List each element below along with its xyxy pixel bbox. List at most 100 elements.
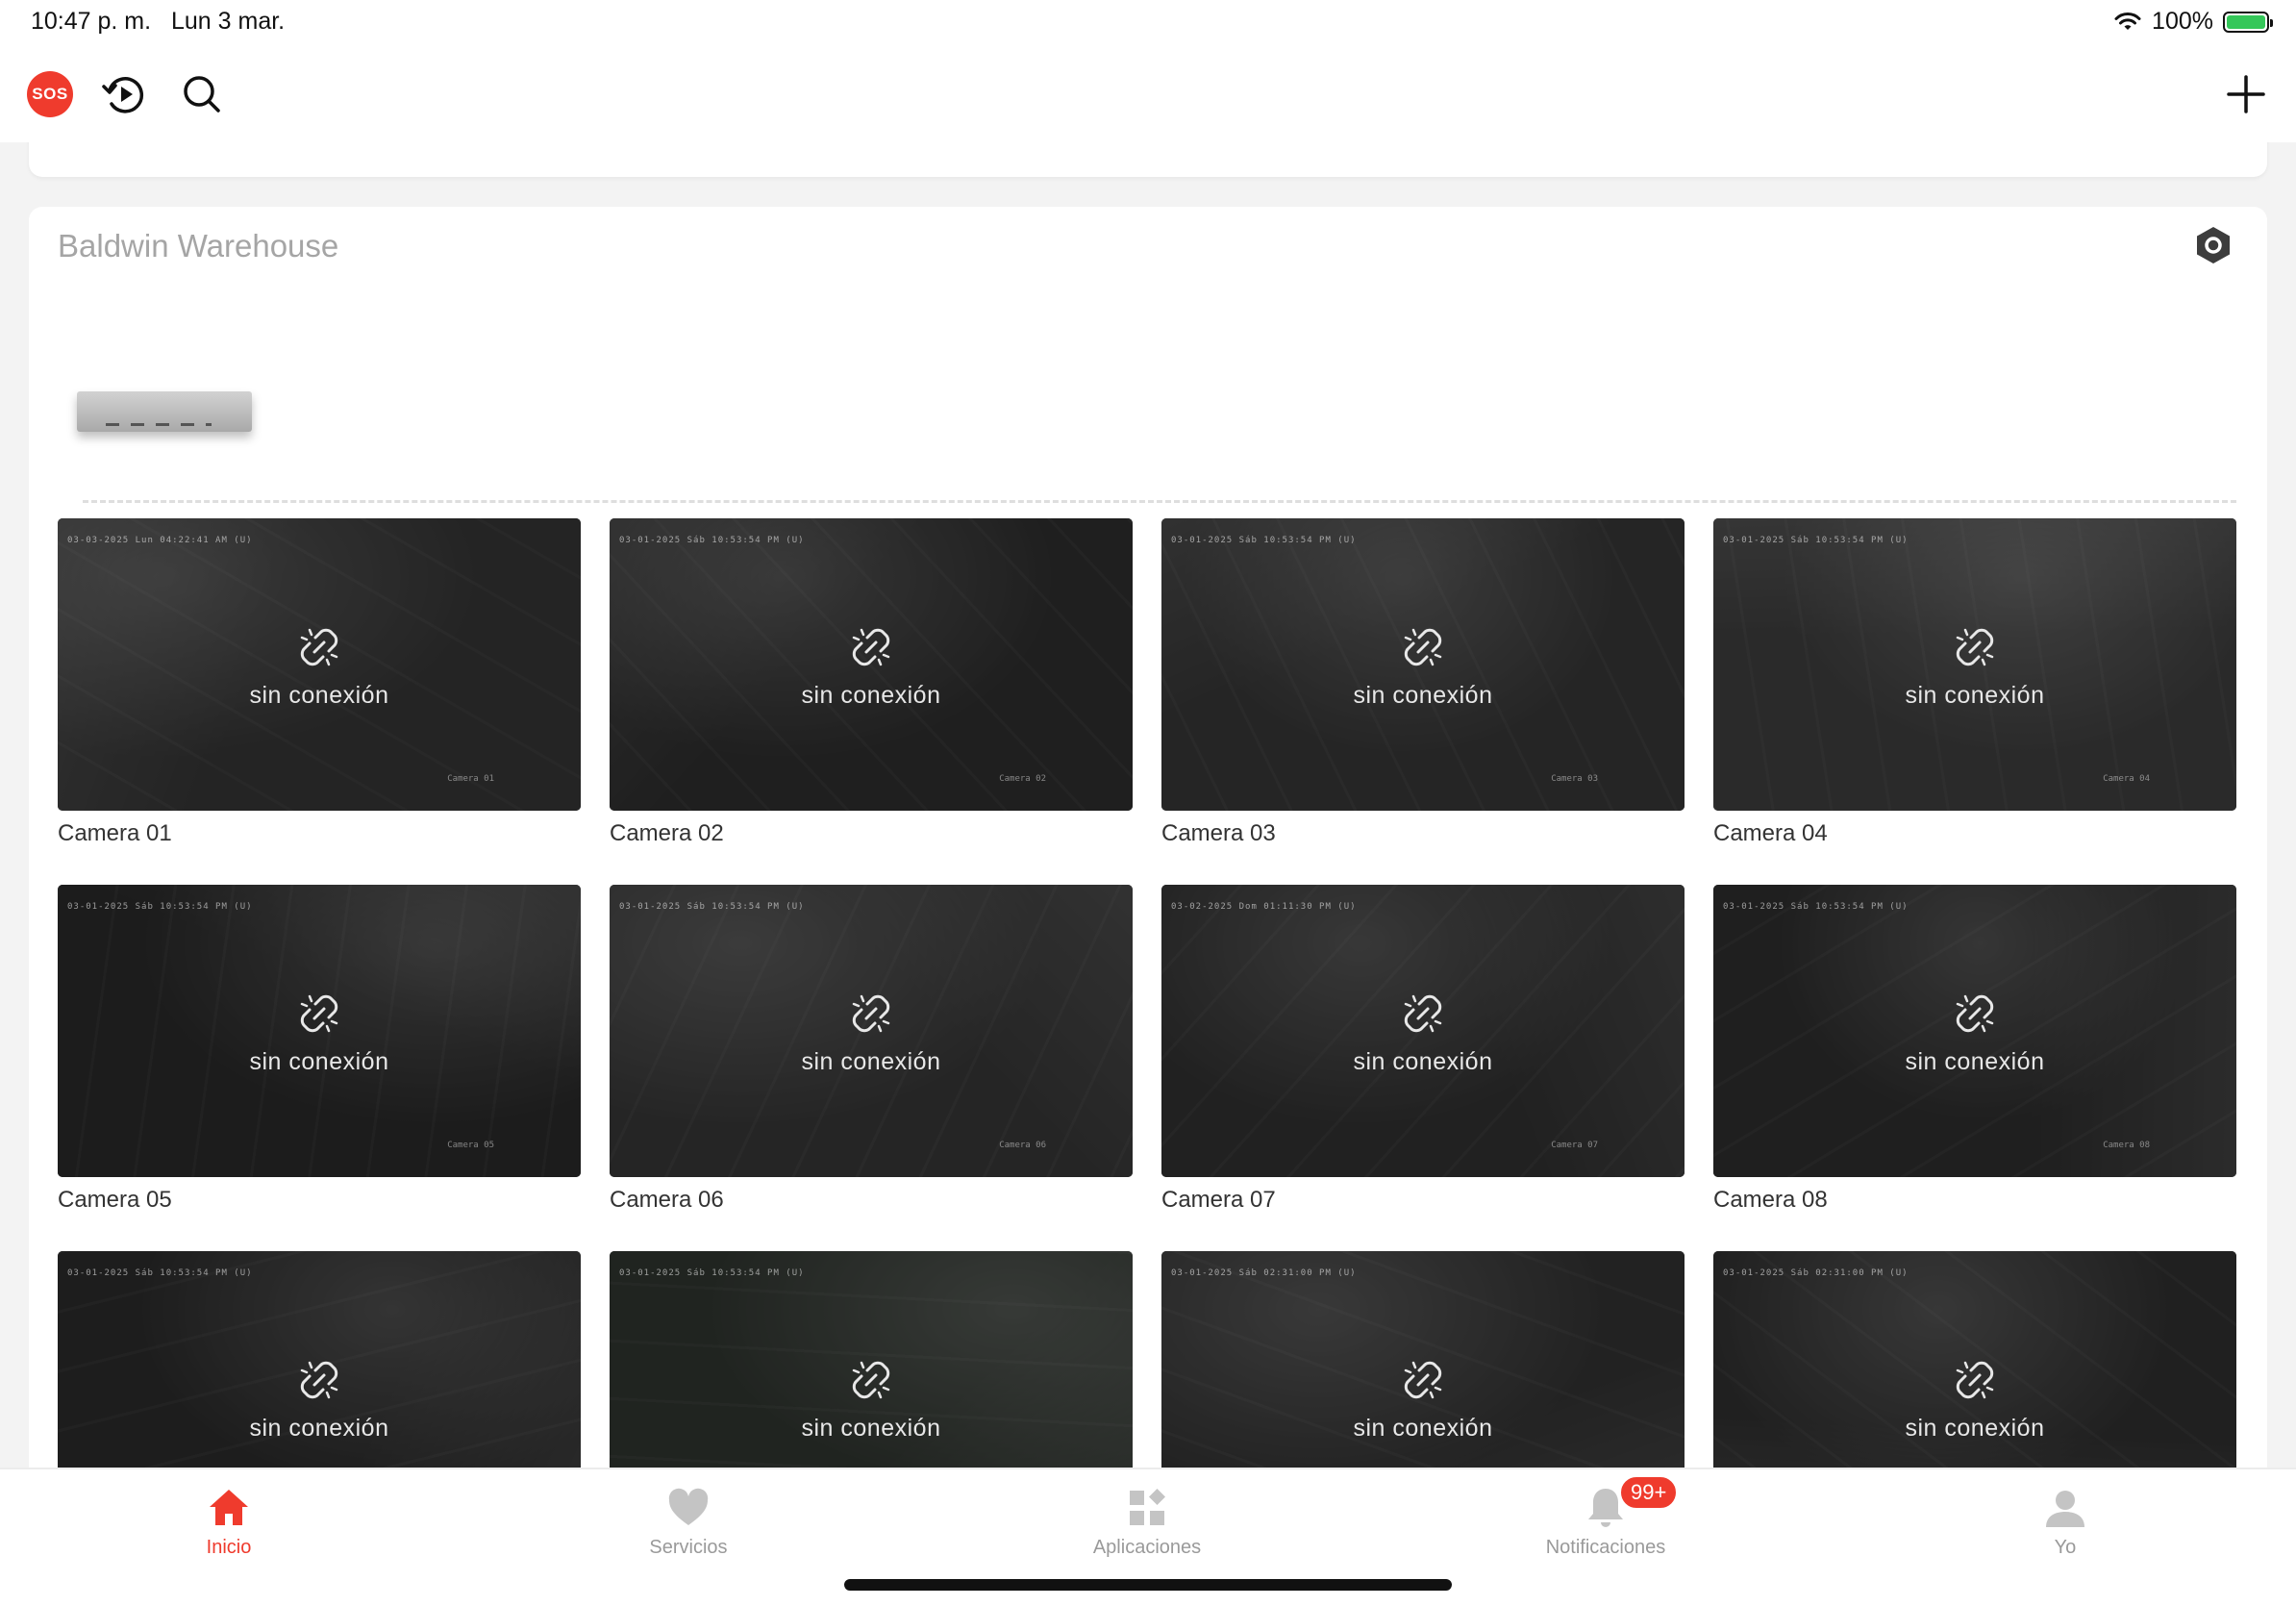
tab-label: Servicios: [649, 1537, 728, 1558]
camera-timestamp: 03-01-2025 Sáb 10:53:54 PM (U): [1723, 902, 1909, 912]
site-title[interactable]: Baldwin Warehouse: [58, 228, 338, 264]
wifi-icon: [2114, 12, 2141, 30]
camera-status: sin conexión: [249, 682, 389, 709]
tab-label: Inicio: [206, 1537, 252, 1558]
battery-percent: 100%: [2152, 8, 2213, 35]
user-icon: [2046, 1491, 2084, 1527]
tab-label: Notificaciones: [1545, 1537, 1666, 1558]
broken-link-icon: [300, 1361, 338, 1399]
add-device-button[interactable]: [2221, 69, 2271, 119]
battery-icon: [2223, 11, 2273, 33]
camera-status: sin conexión: [1353, 682, 1493, 709]
camera-preview[interactable]: 03-01-2025 Sáb 10:53:54 PM (U) Camera 02 s…: [610, 518, 1133, 811]
tab-yo[interactable]: Yo: [1959, 1485, 2171, 1559]
section-divider: [83, 500, 2236, 503]
status-bar: 10:47 p. m. Lun 3 mar. 100%: [0, 0, 2296, 46]
camera-name: Camera 05: [58, 1187, 172, 1213]
camera-tile[interactable]: 03-01-2025 Sáb 10:53:54 PM (U) Camera 08 s…: [1713, 885, 2236, 1215]
camera-watermark: Camera 04: [2103, 774, 2150, 784]
camera-watermark: Camera 01: [447, 774, 494, 784]
camera-tile[interactable]: 03-03-2025 Lun 04:22:41 AM (U) Camera 01 s…: [58, 518, 581, 848]
camera-timestamp: 03-01-2025 Sáb 10:53:54 PM (U): [67, 1268, 253, 1278]
heart-icon: [668, 1488, 709, 1525]
camera-timestamp: 03-01-2025 Sáb 02:31:00 PM (U): [1723, 1268, 1909, 1278]
camera-preview[interactable]: 03-02-2025 Dom 01:11:30 PM (U) Camera 07 s…: [1161, 885, 1685, 1177]
camera-grid: 03-03-2025 Lun 04:22:41 AM (U) Camera 01 s…: [58, 518, 2238, 1581]
camera-tile[interactable]: 03-01-2025 Sáb 10:53:54 PM (U) Camera 05 s…: [58, 885, 581, 1215]
broken-link-icon: [300, 994, 338, 1033]
status-right: 100%: [2113, 8, 2273, 36]
broken-link-icon: [1956, 628, 1994, 666]
tab-inicio[interactable]: Inicio: [123, 1485, 335, 1559]
camera-name: Camera 07: [1161, 1187, 1276, 1213]
camera-status: sin conexión: [1353, 1415, 1493, 1442]
camera-preview[interactable]: 03-03-2025 Lun 04:22:41 AM (U) Camera 01 s…: [58, 518, 581, 811]
camera-timestamp: 03-01-2025 Sáb 10:53:54 PM (U): [1171, 536, 1357, 545]
camera-status: sin conexión: [1353, 1048, 1493, 1075]
camera-watermark: Camera 08: [2103, 1141, 2150, 1150]
broken-link-icon: [1404, 628, 1442, 666]
camera-name: Camera 03: [1161, 820, 1276, 846]
broken-link-icon: [852, 1361, 890, 1399]
search-button[interactable]: [177, 69, 227, 119]
camera-tile[interactable]: 03-01-2025 Sáb 10:53:54 PM (U) Camera 03 s…: [1161, 518, 1685, 848]
camera-timestamp: 03-01-2025 Sáb 10:53:54 PM (U): [619, 536, 805, 545]
camera-watermark: Camera 05: [447, 1141, 494, 1150]
camera-tile[interactable]: 03-01-2025 Sáb 10:53:54 PM (U) Camera 02 s…: [610, 518, 1133, 848]
camera-timestamp: 03-01-2025 Sáb 10:53:54 PM (U): [67, 902, 253, 912]
camera-status: sin conexión: [249, 1048, 389, 1075]
site-settings-button[interactable]: [2192, 224, 2234, 266]
camera-preview[interactable]: 03-01-2025 Sáb 10:53:54 PM (U) Camera 04 s…: [1713, 518, 2236, 811]
camera-name: Camera 04: [1713, 820, 1828, 846]
status-date: Lun 3 mar.: [171, 8, 286, 35]
broken-link-icon: [1404, 1361, 1442, 1399]
settings-hex-icon: [2197, 227, 2230, 263]
broken-link-icon: [1956, 1361, 1994, 1399]
camera-timestamp: 03-01-2025 Sáb 10:53:54 PM (U): [619, 902, 805, 912]
camera-timestamp: 03-01-2025 Sáb 10:53:54 PM (U): [619, 1268, 805, 1278]
camera-timestamp: 03-01-2025 Sáb 10:53:54 PM (U): [1723, 536, 1909, 545]
camera-preview[interactable]: 03-01-2025 Sáb 10:53:54 PM (U) Camera 06 s…: [610, 885, 1133, 1177]
home-indicator: [844, 1579, 1452, 1591]
camera-status: sin conexión: [1905, 1415, 2045, 1442]
camera-status: sin conexión: [1905, 1048, 2045, 1075]
camera-tile[interactable]: 03-01-2025 Sáb 10:53:54 PM (U) Camera 04 s…: [1713, 518, 2236, 848]
search-icon: [184, 76, 220, 113]
sos-button[interactable]: SOS: [27, 71, 73, 117]
camera-watermark: Camera 02: [999, 774, 1046, 784]
broken-link-icon: [852, 994, 890, 1033]
broken-link-icon: [852, 628, 890, 666]
apps-icon: [1130, 1489, 1165, 1525]
tab-aplicaciones[interactable]: Aplicaciones: [1041, 1485, 1253, 1559]
camera-watermark: Camera 03: [1551, 774, 1598, 784]
status-time: 10:47 p. m.: [31, 8, 152, 35]
playback-icon: [102, 77, 144, 113]
tab-label: Aplicaciones: [1092, 1537, 1202, 1558]
camera-name: Camera 08: [1713, 1187, 1828, 1213]
camera-watermark: Camera 07: [1551, 1141, 1598, 1150]
broken-link-icon: [1956, 994, 1994, 1033]
camera-preview[interactable]: 03-01-2025 Sáb 10:53:54 PM (U) Camera 08 s…: [1713, 885, 2236, 1177]
camera-preview[interactable]: 03-01-2025 Sáb 10:53:54 PM (U) Camera 03 s…: [1161, 518, 1685, 811]
camera-timestamp: 03-03-2025 Lun 04:22:41 AM (U): [67, 536, 253, 545]
camera-name: Camera 06: [610, 1187, 724, 1213]
camera-status: sin conexión: [249, 1415, 389, 1442]
broken-link-icon: [1404, 994, 1442, 1033]
playback-button[interactable]: [100, 69, 150, 119]
nvr-device-image[interactable]: [77, 391, 252, 432]
camera-watermark: Camera 06: [999, 1141, 1046, 1150]
camera-timestamp: 03-02-2025 Dom 01:11:30 PM (U): [1171, 902, 1357, 912]
camera-status: sin conexión: [801, 1048, 941, 1075]
camera-preview[interactable]: 03-01-2025 Sáb 10:53:54 PM (U) Camera 05 s…: [58, 885, 581, 1177]
camera-name: Camera 02: [610, 820, 724, 846]
tab-servicios[interactable]: Servicios: [583, 1485, 794, 1559]
camera-status: sin conexión: [801, 682, 941, 709]
notification-badge: 99+: [1619, 1475, 1679, 1510]
tab-notificaciones[interactable]: Notificaciones: [1500, 1485, 1711, 1559]
camera-name: Camera 01: [58, 820, 172, 846]
site-card: Baldwin Warehouse 03-03-2025 Lun 04:22:4…: [29, 207, 2267, 1553]
broken-link-icon: [300, 628, 338, 666]
camera-tile[interactable]: 03-01-2025 Sáb 10:53:54 PM (U) Camera 06 s…: [610, 885, 1133, 1215]
camera-tile[interactable]: 03-02-2025 Dom 01:11:30 PM (U) Camera 07 s…: [1161, 885, 1685, 1215]
camera-status: sin conexión: [1905, 682, 2045, 709]
